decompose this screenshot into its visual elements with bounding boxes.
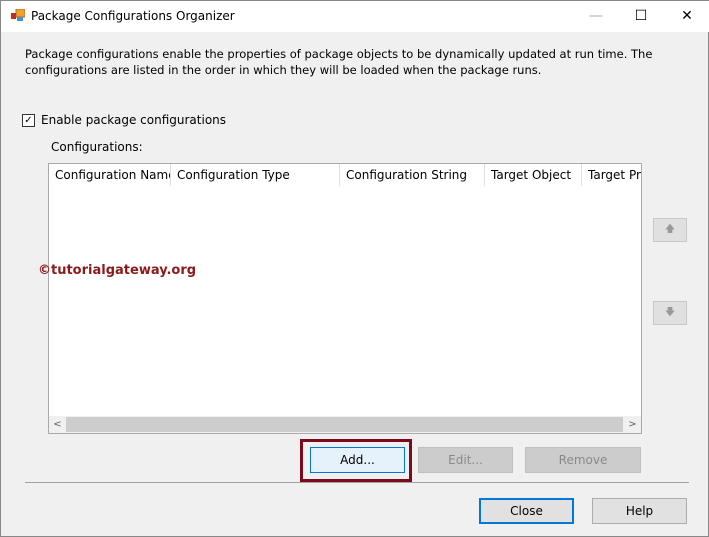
package-icon xyxy=(11,9,25,21)
scroll-left-icon[interactable]: < xyxy=(49,416,66,433)
watermark: ©tutorialgateway.org xyxy=(38,263,197,278)
enable-configurations-checkbox[interactable]: ✓ xyxy=(22,114,35,127)
move-up-button[interactable]: 🡅 xyxy=(653,218,687,242)
maximize-button[interactable]: ☐ xyxy=(618,1,664,32)
minimize-button[interactable]: — xyxy=(573,1,619,32)
column-header-string[interactable]: Configuration String xyxy=(340,164,485,186)
enable-configurations-label[interactable]: Enable package configurations xyxy=(41,113,226,127)
column-header-type[interactable]: Configuration Type xyxy=(171,164,340,186)
scroll-right-icon[interactable]: > xyxy=(624,416,641,433)
close-window-button[interactable]: ✕ xyxy=(664,1,709,32)
help-button[interactable]: Help xyxy=(592,498,687,524)
separator xyxy=(25,482,689,483)
scrollbar-thumb[interactable] xyxy=(66,417,623,432)
configurations-label: Configurations: xyxy=(51,140,143,154)
column-header-target-object[interactable]: Target Object xyxy=(485,164,582,186)
title-bar: Package Configurations Organizer — ☐ ✕ xyxy=(1,1,709,32)
column-header-name[interactable]: Configuration Name xyxy=(49,164,171,186)
edit-button[interactable]: Edit... xyxy=(418,447,513,473)
remove-button[interactable]: Remove xyxy=(525,447,641,473)
window-title: Package Configurations Organizer xyxy=(31,9,235,23)
configurations-list[interactable]: Configuration Name Configuration Type Co… xyxy=(48,163,642,434)
add-button[interactable]: Add... xyxy=(310,447,405,473)
description-text: Package configurations enable the proper… xyxy=(25,47,653,77)
close-button[interactable]: Close xyxy=(479,498,574,524)
column-header-target-property[interactable]: Target Property xyxy=(582,164,641,186)
move-down-button[interactable]: 🡇 xyxy=(653,301,687,325)
horizontal-scrollbar[interactable]: < > xyxy=(49,416,641,433)
